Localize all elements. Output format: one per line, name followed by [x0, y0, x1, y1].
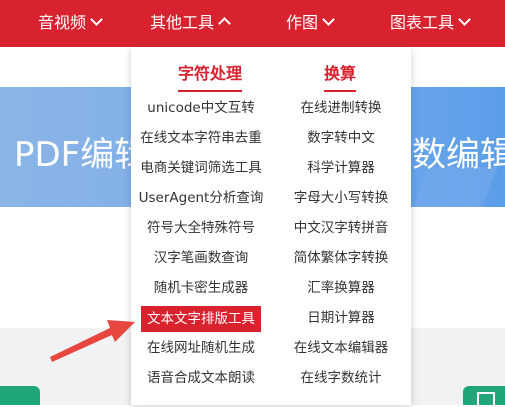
column-heading-conversion: 换算 — [324, 60, 357, 92]
banner-title-left: PDF编辑 — [14, 135, 149, 175]
menu-item[interactable]: 汉字笔画数查询 — [131, 243, 271, 273]
nav-label: 音视频 — [38, 13, 87, 32]
nav-label: 其他工具 — [150, 13, 215, 32]
menu-item[interactable]: 简体繁体字转换 — [271, 243, 411, 273]
chevron-down-icon — [90, 13, 103, 26]
chevron-up-icon — [218, 17, 231, 30]
menu-item[interactable]: 语音合成文本朗读 — [131, 363, 271, 393]
menu-item[interactable]: 数字转中文 — [271, 123, 411, 153]
menu-item[interactable]: 在线网址随机生成 — [131, 333, 271, 363]
column-heading-text-processing: 字符处理 — [178, 60, 243, 92]
nav-item-audio-video[interactable]: 音视频 — [38, 0, 103, 47]
menu-item[interactable]: UserAgent分析查询 — [131, 183, 271, 213]
menu-item[interactable]: 日期计算器 — [271, 303, 411, 333]
menu-item[interactable]: 在线文本编辑器 — [271, 333, 411, 363]
menu-item[interactable]: unicode中文互转 — [131, 93, 271, 123]
menu-item[interactable]: 中文汉字转拼音 — [271, 213, 411, 243]
top-navigation-bar: 音视频 其他工具 作图 图表工具 — [0, 0, 505, 47]
green-card-left[interactable] — [0, 386, 40, 405]
menu-item[interactable]: 科学计算器 — [271, 153, 411, 183]
menu-item[interactable]: 符号大全特殊符号 — [131, 213, 271, 243]
menu-item[interactable]: 汇率换算器 — [271, 273, 411, 303]
nav-label: 作图 — [286, 13, 319, 32]
menu-item[interactable]: 随机卡密生成器 — [131, 273, 271, 303]
chevron-down-icon — [322, 13, 335, 26]
menu-item-highlighted[interactable]: 文本文字排版工具 — [141, 306, 261, 332]
menu-item[interactable]: 字母大小写转换 — [271, 183, 411, 213]
menu-item[interactable]: 在线进制转换 — [271, 93, 411, 123]
menu-item[interactable]: 在线字数统计 — [271, 363, 411, 393]
chevron-down-icon — [458, 13, 471, 26]
menu-item[interactable]: 在线文本字符串去重 — [131, 123, 271, 153]
nav-item-chart-tools[interactable]: 图表工具 — [390, 0, 471, 47]
menu-item[interactable]: 电商关键词筛选工具 — [131, 153, 271, 183]
banner-title-right: 数编辑 — [412, 135, 505, 175]
nav-item-other-tools[interactable]: 其他工具 — [150, 0, 231, 47]
other-tools-dropdown: 字符处理 换算 unicode中文互转 在线文本字符串去重 电商关键词筛选工具 … — [131, 47, 411, 405]
nav-item-drawing[interactable]: 作图 — [286, 0, 335, 47]
green-card-right[interactable] — [463, 386, 505, 407]
nav-label: 图表工具 — [390, 13, 455, 32]
